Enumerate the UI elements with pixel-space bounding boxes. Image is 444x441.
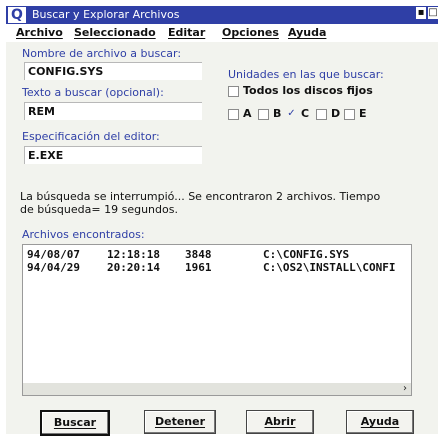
minimize-icon[interactable]: ▪ bbox=[416, 7, 426, 19]
all-fixed-disks-checkbox[interactable]: Todos los discos fijos bbox=[228, 84, 373, 98]
checkbox-box[interactable] bbox=[316, 108, 327, 120]
vertical-scrollbar[interactable] bbox=[395, 245, 411, 383]
horizontal-scrollbar[interactable]: › bbox=[23, 383, 411, 395]
menu-ayuda[interactable]: Ayuda bbox=[288, 25, 326, 41]
menu-bar: Archivo Seleccionado Editar Opciones Ayu… bbox=[6, 24, 438, 42]
date-cell: 94/08/07 bbox=[27, 248, 80, 261]
filename-field[interactable]: CONFIG.SYS bbox=[24, 62, 202, 80]
checkbox-box[interactable] bbox=[228, 108, 239, 120]
checkbox-box[interactable] bbox=[228, 85, 239, 97]
drive-b-checkbox[interactable]: B bbox=[258, 107, 281, 121]
scroll-right-icon[interactable]: › bbox=[399, 383, 411, 395]
stop-button-label: Detener bbox=[154, 415, 206, 428]
menu-seleccionado[interactable]: Seleccionado bbox=[74, 25, 156, 41]
path-cell: C:\OS2\INSTALL\CONFI( bbox=[263, 261, 403, 274]
drive-d-checkbox[interactable]: D bbox=[316, 107, 340, 121]
drive-letter: E bbox=[359, 107, 367, 120]
search-icon[interactable]: Q bbox=[8, 7, 26, 23]
editor-field[interactable]: E.EXE bbox=[24, 146, 202, 164]
search-status: La búsqueda se interrumpió... Se encontr… bbox=[20, 190, 420, 216]
maximize-icon[interactable]: □ bbox=[428, 7, 438, 19]
filename-label: Nombre de archivo a buscar: bbox=[22, 47, 182, 60]
open-button[interactable]: Abrir bbox=[246, 410, 314, 434]
drive-e-checkbox[interactable]: E bbox=[344, 107, 367, 121]
help-button-label: Ayuda bbox=[360, 415, 400, 428]
drive-a-checkbox[interactable]: A bbox=[228, 107, 252, 121]
stop-button[interactable]: Detener bbox=[144, 410, 216, 434]
drive-c-checkbox[interactable]: ✓ C bbox=[286, 107, 309, 121]
drive-letter: C bbox=[301, 107, 310, 120]
menu-opciones[interactable]: Opciones bbox=[222, 25, 279, 41]
status-line-2: de búsqueda= 19 segundos. bbox=[20, 203, 178, 216]
time-cell: 20:20:14 bbox=[107, 261, 160, 274]
editor-label: Especificación del editor: bbox=[22, 130, 160, 143]
open-button-label: Abrir bbox=[264, 415, 296, 428]
drive-letter: A bbox=[243, 107, 252, 120]
size-cell: 3848 bbox=[185, 248, 212, 261]
search-text-label: Texto a buscar (opcional): bbox=[22, 86, 164, 99]
results-list[interactable]: 94/08/07 12:18:18 3848 C:\CONFIG.SYS 94/… bbox=[22, 244, 412, 396]
window-title: Buscar y Explorar Archivos bbox=[32, 8, 180, 21]
search-files-window: Q Buscar y Explorar Archivos ▪ □ Archivo… bbox=[6, 6, 438, 436]
title-bar[interactable]: Q Buscar y Explorar Archivos ▪ □ bbox=[6, 6, 438, 24]
search-button-label: Buscar bbox=[53, 416, 97, 429]
checkbox-box[interactable] bbox=[258, 108, 269, 120]
size-cell: 1961 bbox=[185, 261, 212, 274]
search-text-field[interactable]: REM bbox=[24, 102, 202, 120]
all-fixed-disks-label: Todos los discos fijos bbox=[243, 84, 373, 97]
menu-editar[interactable]: Editar bbox=[168, 25, 205, 41]
drive-letter: D bbox=[331, 107, 341, 120]
help-button[interactable]: Ayuda bbox=[346, 410, 414, 434]
search-button[interactable]: Buscar bbox=[40, 410, 110, 436]
results-label: Archivos encontrados: bbox=[22, 228, 145, 241]
path-cell: C:\CONFIG.SYS bbox=[263, 248, 350, 261]
checkbox-box[interactable] bbox=[344, 108, 355, 120]
checkmark-icon[interactable]: ✓ bbox=[286, 108, 297, 120]
date-cell: 94/04/29 bbox=[27, 261, 80, 274]
menu-archivo[interactable]: Archivo bbox=[16, 25, 63, 41]
drives-label: Unidades en las que buscar: bbox=[228, 68, 384, 81]
time-cell: 12:18:18 bbox=[107, 248, 160, 261]
drive-letter: B bbox=[273, 107, 282, 120]
status-line-1: La búsqueda se interrumpió... Se encontr… bbox=[20, 190, 381, 203]
